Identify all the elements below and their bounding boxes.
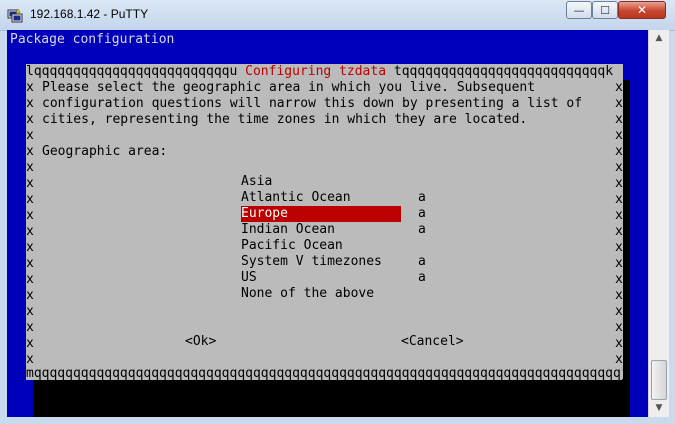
dialog-border-char: x [26, 224, 34, 239]
option-asia[interactable]: Asia [241, 174, 272, 190]
dialog-border-char: x [615, 208, 623, 223]
minimize-button[interactable]: — [566, 1, 592, 19]
dialog-border-char: x [26, 288, 34, 303]
dialog-border-char: x [615, 224, 623, 239]
dialog-border-char: x [26, 160, 34, 175]
close-button[interactable]: ✕ [618, 1, 666, 19]
option-system-v-timezones[interactable]: System V timezones [241, 254, 382, 270]
scroll-down-icon[interactable]: ▼ [649, 400, 669, 417]
dialog-border-char: x [26, 320, 34, 335]
dialog-border-char: x [615, 160, 623, 175]
window-title: 192.168.1.42 - PuTTY [30, 7, 149, 21]
dialog-border-char: x [615, 80, 623, 95]
more-indicator: a [418, 190, 426, 205]
option-us[interactable]: US [241, 270, 257, 286]
more-indicator: a [418, 254, 426, 269]
dialog-border-char: x [615, 240, 623, 255]
more-indicator: a [418, 222, 426, 237]
dialog-border-char: x [26, 272, 34, 287]
description-line: configuration questions will narrow this… [42, 96, 583, 111]
dialog-border-char: x [26, 112, 34, 127]
putty-icon [7, 8, 23, 23]
package-configuration-header: Package configuration [10, 32, 175, 47]
dialog-border-char: x [26, 208, 34, 223]
option-none-of-the-above[interactable]: None of the above [241, 286, 374, 302]
ok-button[interactable]: <Ok> [185, 334, 216, 350]
dialog-frame-bottom: mqqqqqqqqqqqqqqqqqqqqqqqqqqqqqqqqqqqqqqq… [26, 366, 629, 381]
dialog-border-char: x [26, 176, 34, 191]
dialog-border-char: x [615, 288, 623, 303]
more-indicator: a [418, 206, 426, 221]
option-indian-ocean[interactable]: Indian Ocean [241, 222, 335, 238]
dialog-border-char: x [26, 304, 34, 319]
dialog-border-char: x [615, 336, 623, 351]
scroll-thumb[interactable] [651, 360, 667, 400]
description-line: Please select the geographic area in whi… [42, 80, 536, 95]
dialog-border-char: x [26, 336, 34, 351]
dialog-border-char: x [26, 80, 34, 95]
vertical-scrollbar[interactable]: ▲ ▼ [648, 30, 669, 417]
option-atlantic-ocean[interactable]: Atlantic Ocean [241, 190, 351, 206]
dialog-border-char: x [615, 128, 623, 143]
more-indicator: a [418, 270, 426, 285]
dialog-border-char: x [26, 240, 34, 255]
dialog-border-char: x [615, 144, 623, 159]
terminal-screen[interactable]: Package configuration lqqqqqqqqqqqqqqqqq… [7, 30, 648, 417]
dialog-title: Configuring tzdata [245, 64, 387, 79]
cancel-button[interactable]: <Cancel> [401, 334, 464, 350]
dialog-border-char: x [615, 96, 623, 111]
dialog-border-char: x [615, 176, 623, 191]
option-europe[interactable]: Europe [241, 206, 288, 222]
dialog-border-char: x [615, 192, 623, 207]
dialog-border-char: x [26, 128, 34, 143]
dialog-border-char: x [26, 144, 34, 159]
dialog-border-char: x [26, 192, 34, 207]
window-titlebar[interactable]: 192.168.1.42 - PuTTY — ☐ ✕ [0, 0, 675, 31]
description-line: cities, representing the time zones in w… [42, 112, 528, 127]
dialog-border-char: x [615, 256, 623, 271]
dialog-border-char: x [615, 272, 623, 287]
option-pacific-ocean[interactable]: Pacific Ocean [241, 238, 343, 254]
dialog-border-char: x [615, 304, 623, 319]
dialog-border-char: x [615, 112, 623, 127]
dialog-border-char: x [615, 320, 623, 335]
dialog-border-char: x [26, 96, 34, 111]
scroll-up-icon[interactable]: ▲ [649, 30, 669, 47]
tzdata-dialog: lqqqqqqqqqqqqqqqqqqqqqqqqqu Configuring … [26, 64, 629, 381]
dialog-frame-top: lqqqqqqqqqqqqqqqqqqqqqqqqqu Configuring … [26, 64, 614, 79]
geographic-area-prompt: Geographic area: [42, 144, 168, 159]
dialog-border-char: x [26, 256, 34, 271]
maximize-button[interactable]: ☐ [592, 1, 618, 19]
